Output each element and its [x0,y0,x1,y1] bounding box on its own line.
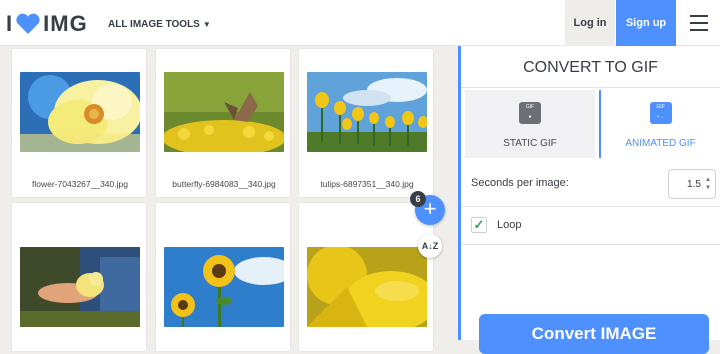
sort-az-icon: A↓Z [421,241,439,251]
heart-icon [16,13,40,34]
animated-gif-icon: GIF •→ [649,102,672,124]
loop-label: Loop [497,219,522,231]
stepper-arrows-icon[interactable]: ▲ ▼ [705,176,711,192]
login-button[interactable]: Log in [565,0,615,46]
all-tools-label: ALL IMAGE TOOLS [108,19,200,30]
file-count-badge: 6 [410,191,426,207]
tulips-thumbnail [307,72,427,152]
logo[interactable]: I IMG [6,11,88,37]
all-tools-menu[interactable]: ALL IMAGE TOOLS ▼ [108,19,211,30]
loop-row: ✓ Loop [461,207,720,245]
file-card[interactable]: tulips-6897351__340.jpg [298,48,434,198]
file-card[interactable] [155,202,291,352]
file-card[interactable]: butterfly-6984083__340.jpg [155,48,291,198]
seconds-per-image-row: Seconds per image: 1.5 ▲ ▼ [461,161,720,207]
animated-gif-label: ANIMATED GIF [625,138,696,149]
butterfly-thumbnail [164,72,284,152]
hamburger-menu-icon[interactable] [690,15,708,31]
file-card[interactable] [11,202,147,352]
options-sidebar: CONVERT TO GIF GIF ● STATIC GIF GIF •→ ANI… [458,46,720,354]
file-card[interactable] [298,202,434,352]
file-name: flower-7043267__340.jpg [32,179,128,189]
sort-az-button[interactable]: A↓Z [418,234,442,258]
top-nav: I IMG ALL IMAGE TOOLS ▼ Log in Sign up [0,0,720,46]
seconds-per-image-label: Seconds per image: [471,177,569,189]
static-gif-option[interactable]: GIF ● STATIC GIF [465,90,595,158]
seconds-per-image-input[interactable]: 1.5 ▲ ▼ [668,169,716,199]
file-name: butterfly-6984083__340.jpg [172,179,276,189]
file-name: tulips-6897351__340.jpg [320,179,414,189]
logo-text-right: IMG [43,11,88,36]
static-gif-icon: GIF ● [519,102,541,124]
caret-down-icon: ▼ [202,20,211,29]
flower-thumbnail [20,72,140,152]
sunflowers-thumbnail [164,247,284,327]
animated-gif-option[interactable]: GIF •→ ANIMATED GIF [599,90,720,158]
sidebar-title: CONVERT TO GIF [461,46,720,88]
convert-button[interactable]: Convert IMAGE [479,314,709,354]
loop-checkbox[interactable]: ✓ [471,217,487,233]
seconds-value: 1.5 [687,179,701,190]
file-card[interactable]: flower-7043267__340.jpg [11,48,147,198]
file-workspace: flower-7043267__340.jpg butterfly-698408… [0,46,458,352]
static-gif-label: STATIC GIF [503,138,557,149]
signup-button[interactable]: Sign up [616,0,676,46]
logo-text-left: I [6,11,14,36]
yellow-petals-thumbnail [307,247,427,327]
chick-thumbnail [20,247,140,327]
